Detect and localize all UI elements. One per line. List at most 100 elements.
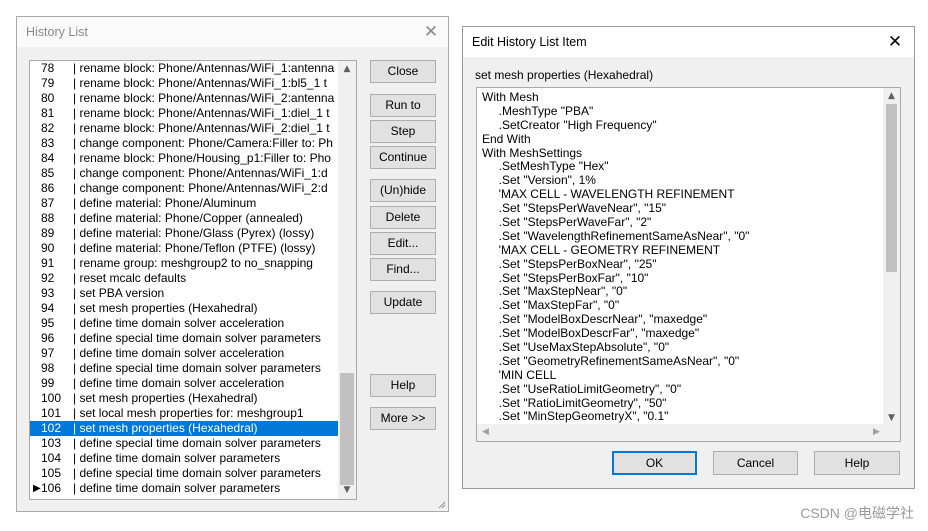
history-row-text: | define time domain solver parameters (73, 451, 281, 465)
close-icon[interactable]: ✕ (882, 30, 908, 54)
edit-item-titlebar[interactable]: Edit History List Item ✕ (463, 27, 914, 57)
cancel-button[interactable]: Cancel (713, 451, 798, 475)
find-button[interactable]: Find... (370, 258, 436, 281)
help-button[interactable]: Help (370, 374, 436, 397)
history-listbox[interactable]: 78 | rename block: Phone/Antennas/WiFi_1:… (29, 60, 357, 500)
history-row[interactable]: 82 | rename block: Phone/Antennas/WiFi_2:… (30, 121, 338, 136)
scroll-left-icon[interactable]: ◀ (477, 424, 494, 441)
history-row[interactable]: 81 | rename block: Phone/Antennas/WiFi_1:… (30, 106, 338, 121)
update-button[interactable]: Update (370, 291, 436, 314)
unhide-button[interactable]: (Un)hide (370, 179, 436, 202)
history-row[interactable]: 83 | change component: Phone/Camera:Fille… (30, 136, 338, 151)
history-row-number: 102 (41, 421, 62, 435)
history-row[interactable]: 78 | rename block: Phone/Antennas/WiFi_1:… (30, 61, 338, 76)
history-row[interactable]: 94 | set mesh properties (Hexahedral) (30, 301, 338, 316)
history-row[interactable]: 95 | define time domain solver accelerati… (30, 316, 338, 331)
history-row-number: 89 (41, 226, 55, 240)
code-line: .Set "StepsPerBoxNear", "25" (482, 256, 657, 271)
history-row[interactable]: 84 | rename block: Phone/Housing_p1:Fille… (30, 151, 338, 166)
code-line: .MeshType "PBA" (482, 103, 594, 118)
history-row[interactable]: 88 | define material: Phone/Copper (annea… (30, 211, 338, 226)
history-row-number: 80 (41, 91, 55, 105)
ok-button[interactable]: OK (612, 451, 697, 475)
history-list-titlebar[interactable]: History List ✕ (17, 17, 448, 47)
history-row-number: 82 (41, 121, 55, 135)
edit-button[interactable]: Edit... (370, 232, 436, 255)
history-row[interactable]: 92 | reset mcalc defaults (30, 271, 338, 286)
item-label: set mesh properties (Hexahedral) (475, 68, 654, 82)
history-row[interactable]: 105 | define special time domain solver p… (30, 466, 338, 481)
history-row[interactable]: 89 | define material: Phone/Glass (Pyrex)… (30, 226, 338, 241)
history-row-text: | define time domain solver acceleration (73, 376, 285, 390)
history-row[interactable]: 101 | set local mesh properties for: mesh… (30, 406, 338, 421)
history-row-text: | reset mcalc defaults (73, 271, 187, 285)
code-line: .Set "GeometryRefinementSameAsNear", "0" (482, 353, 740, 368)
history-row[interactable]: 93 | set PBA version (30, 286, 338, 301)
history-row-text: | change component: Phone/Antennas/WiFi_… (73, 166, 328, 180)
history-row-number: 86 (41, 181, 55, 195)
scroll-thumb[interactable] (340, 373, 354, 485)
history-row[interactable]: 96 | define special time domain solver pa… (30, 331, 338, 346)
history-row[interactable]: 90 | define material: Phone/Teflon (PTFE)… (30, 241, 338, 256)
editor-horizontal-scrollbar[interactable]: ◀ ▶ (477, 424, 885, 441)
code-line: .SetCreator "High Frequency" (482, 117, 657, 132)
history-row[interactable]: 98 | define special time domain solver pa… (30, 361, 338, 376)
code-line: 'MAX CELL - GEOMETRY REFINEMENT (482, 242, 721, 257)
history-row-text: | define special time domain solver para… (73, 436, 321, 450)
macro-code-editor[interactable]: With Mesh .MeshType "PBA" .SetCreator "H… (476, 87, 901, 442)
history-row-text: | define material: Phone/Teflon (PTFE) (… (73, 241, 316, 255)
code-line: .Set "MaxStepFar", "0" (482, 298, 620, 313)
history-row[interactable]: 100 | set mesh properties (Hexahedral) (30, 391, 338, 406)
history-row[interactable]: 87 | define material: Phone/Aluminum (30, 196, 338, 211)
history-row-number: 103 (41, 436, 62, 450)
history-row[interactable]: 104 | define time domain solver parameter… (30, 451, 338, 466)
history-row-text: | change component: Phone/Antennas/WiFi_… (73, 181, 328, 195)
history-row-text: | rename block: Phone/Antennas/WiFi_1:di… (73, 106, 330, 120)
editor-vertical-scrollbar[interactable]: ▲ ▼ (883, 88, 900, 426)
help-button[interactable]: Help (814, 451, 900, 475)
code-line: .Set "MaxStepNear", "0" (482, 284, 628, 299)
delete-button[interactable]: Delete (370, 206, 436, 229)
close-button[interactable]: Close (370, 60, 436, 83)
history-row[interactable]: 79 | rename block: Phone/Antennas/WiFi_1:… (30, 76, 338, 91)
edit-history-item-window: Edit History List Item ✕ set mesh proper… (462, 26, 915, 489)
history-row[interactable]: 91 | rename group: meshgroup2 to no_snapp… (30, 256, 338, 271)
history-row-text: | define time domain solver acceleration (73, 346, 285, 360)
history-row[interactable]: 85 | change component: Phone/Antennas/WiF… (30, 166, 338, 181)
history-row-text: | set mesh properties (Hexahedral) (73, 391, 258, 405)
history-row-text: | rename block: Phone/Antennas/WiFi_2:di… (73, 121, 330, 135)
history-row[interactable]: 86 | change component: Phone/Antennas/WiF… (30, 181, 338, 196)
history-row[interactable]: 80 | rename block: Phone/Antennas/WiFi_2:… (30, 91, 338, 106)
more-button[interactable]: More >> (370, 407, 436, 430)
history-row[interactable]: 97 | define time domain solver accelerati… (30, 346, 338, 361)
run-to-button[interactable]: Run to (370, 94, 436, 117)
history-row-text: | rename block: Phone/Antennas/WiFi_2:an… (73, 91, 335, 105)
close-icon[interactable]: ✕ (418, 20, 444, 44)
history-row-number: 79 (41, 76, 55, 90)
continue-button[interactable]: Continue (370, 146, 436, 169)
code-line: .Set "StepsPerWaveNear", "15" (482, 201, 667, 216)
history-row-text: | set PBA version (73, 286, 165, 300)
step-button[interactable]: Step (370, 120, 436, 143)
scroll-down-icon[interactable]: ▼ (338, 482, 356, 499)
history-list-scrollbar[interactable]: ▲ ▼ (338, 61, 356, 499)
resize-grip-icon[interactable] (436, 499, 446, 509)
code-line: .Set "ModelBoxDescrFar", "maxedge" (482, 326, 700, 341)
history-list-title: History List (26, 25, 88, 39)
history-row-text: | rename group: meshgroup2 to no_snappin… (73, 256, 313, 270)
history-row-number: 98 (41, 361, 55, 375)
history-row-text: | define special time domain solver para… (73, 331, 321, 345)
history-row-text: | define special time domain solver para… (73, 466, 321, 480)
history-row[interactable]: 99 | define time domain solver accelerati… (30, 376, 338, 391)
history-row-text: | rename block: Phone/Housing_p1:Filler … (73, 151, 331, 165)
history-row-number: 93 (41, 286, 55, 300)
history-row[interactable]: 103 | define special time domain solver p… (30, 436, 338, 451)
history-row[interactable]: ▶ 106 | define time domain solver paramete… (30, 481, 338, 496)
scroll-up-icon[interactable]: ▲ (338, 61, 356, 78)
code-line: .SetMeshType "Hex" (482, 159, 609, 174)
watermark: CSDN @电磁学社 (800, 505, 914, 521)
code-line: With Mesh (482, 90, 539, 104)
scroll-thumb[interactable] (886, 104, 897, 272)
scroll-up-icon[interactable]: ▲ (883, 88, 900, 104)
history-row[interactable]: 102 | set mesh properties (Hexahedral) (30, 421, 338, 436)
